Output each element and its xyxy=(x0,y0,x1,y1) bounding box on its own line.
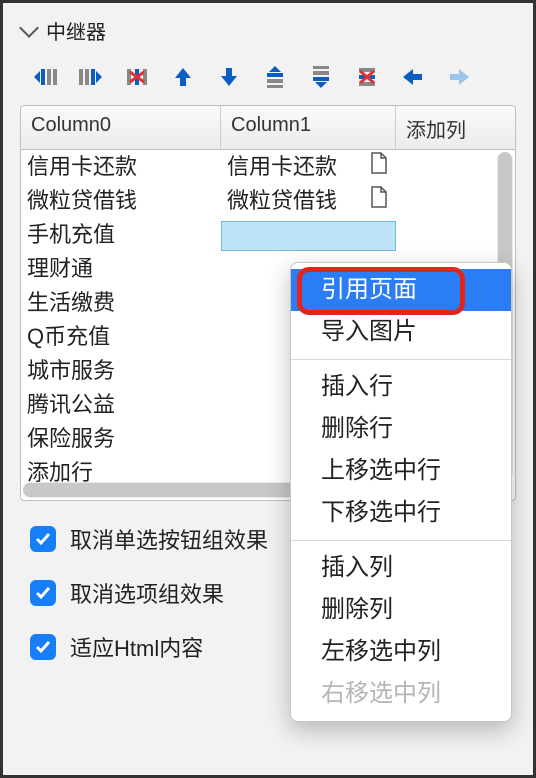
move-left-icon[interactable] xyxy=(398,65,428,89)
cell-col2[interactable] xyxy=(396,199,490,203)
delete-row-icon[interactable] xyxy=(352,65,382,89)
ctx-insert-row[interactable]: 插入行 xyxy=(291,366,511,408)
context-menu: 引用页面 导入图片 插入行 删除行 上移选中行 下移选中行 插入列 删除列 左移… xyxy=(290,262,512,722)
ctx-import-image[interactable]: 导入图片 xyxy=(291,311,511,353)
checkbox-label: 取消选项组效果 xyxy=(70,577,224,609)
insert-column-right-icon[interactable] xyxy=(76,65,106,89)
page-reference-icon xyxy=(370,152,388,182)
ctx-separator xyxy=(291,359,511,360)
cell-col0[interactable]: 城市服务 xyxy=(21,354,221,388)
cell-col0[interactable]: Q币充值 xyxy=(21,320,221,354)
column-header-1[interactable]: Column1 xyxy=(221,106,396,149)
ctx-delete-row[interactable]: 删除行 xyxy=(291,408,511,450)
add-column-header[interactable]: 添加列 xyxy=(396,106,490,149)
ctx-insert-column[interactable]: 插入列 xyxy=(291,547,511,589)
checkbox-label: 适应Html内容 xyxy=(70,631,203,663)
table-row[interactable]: 信用卡还款信用卡还款 xyxy=(21,150,515,184)
cell-col2[interactable] xyxy=(396,165,490,169)
checkbox-checked-icon xyxy=(30,634,56,660)
ctx-separator xyxy=(291,540,511,541)
cell-col1[interactable]: 信用卡还款 xyxy=(221,150,396,184)
insert-row-below-icon[interactable] xyxy=(306,65,336,89)
cell-col0[interactable]: 信用卡还款 xyxy=(21,150,221,184)
cell-col0[interactable]: 微粒贷借钱 xyxy=(21,184,221,218)
ctx-move-row-down[interactable]: 下移选中行 xyxy=(291,492,511,534)
cell-col0[interactable]: 生活缴费 xyxy=(21,286,221,320)
table-row[interactable]: 手机充值 xyxy=(21,218,515,252)
cell-col2[interactable] xyxy=(396,233,490,237)
ctx-move-row-up[interactable]: 上移选中行 xyxy=(291,450,511,492)
move-right-icon[interactable] xyxy=(444,65,474,89)
insert-row-above-icon[interactable] xyxy=(260,65,290,89)
table-row[interactable]: 微粒贷借钱微粒贷借钱 xyxy=(21,184,515,218)
ctx-delete-column[interactable]: 删除列 xyxy=(291,589,511,631)
delete-column-icon[interactable] xyxy=(122,65,152,89)
checkbox-checked-icon xyxy=(30,580,56,606)
table-header-row: Column0 Column1 添加列 xyxy=(21,106,515,150)
panel-header[interactable]: 中继器 xyxy=(0,0,536,51)
panel-title: 中继器 xyxy=(46,16,106,45)
ctx-reference-page[interactable]: 引用页面 xyxy=(291,269,511,311)
insert-column-left-icon[interactable] xyxy=(30,65,60,89)
checkbox-checked-icon xyxy=(30,526,56,552)
ctx-move-column-right[interactable]: 右移选中列 xyxy=(291,673,511,715)
column-header-0[interactable]: Column0 xyxy=(21,106,221,149)
cell-col0[interactable]: 理财通 xyxy=(21,252,221,286)
cell-col0[interactable]: 腾讯公益 xyxy=(21,388,221,422)
move-up-icon[interactable] xyxy=(168,65,198,89)
page-reference-icon xyxy=(370,186,388,216)
ctx-move-column-left[interactable]: 左移选中列 xyxy=(291,631,511,673)
cell-col1[interactable]: 微粒贷借钱 xyxy=(221,184,396,218)
cell-col0[interactable]: 手机充值 xyxy=(21,218,221,252)
cell-col1[interactable] xyxy=(221,221,396,251)
checkbox-label: 取消单选按钮组效果 xyxy=(70,523,268,555)
cell-col0[interactable]: 保险服务 xyxy=(21,422,221,456)
toolbar xyxy=(0,51,536,99)
move-down-icon[interactable] xyxy=(214,65,244,89)
chevron-down-icon xyxy=(19,18,39,38)
